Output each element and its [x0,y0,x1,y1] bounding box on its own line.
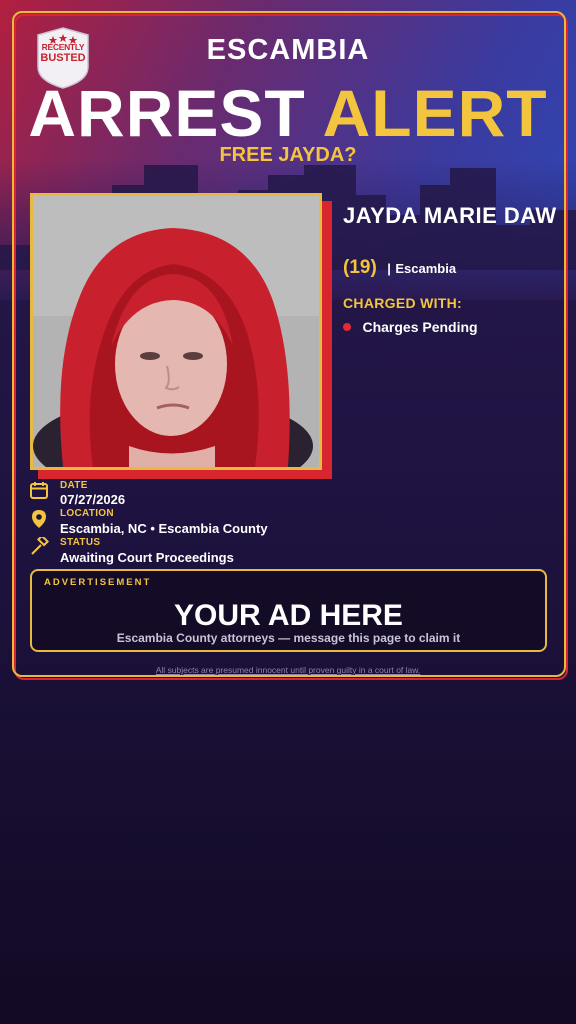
calendar-icon [30,482,48,499]
advertisement-box[interactable]: ADVERTISEMENT YOUR AD HERE Escambia Coun… [30,569,547,652]
headline-word-arrest: ARREST [28,76,306,150]
location-pin-icon [32,510,46,528]
status-value: Awaiting Court Proceedings [60,550,234,565]
mugshot-illustration [33,196,319,467]
mugshot-photo [30,193,322,470]
subhead: FREE JAYDA? [219,144,357,166]
location-value: Escambia, NC • Escambia County [60,521,268,536]
status-label: STATUS [60,537,101,548]
ad-subtitle: Escambia County attorneys — message this… [116,631,461,645]
date-value: 07/27/2026 [60,492,126,507]
date-label: DATE [60,480,88,491]
gavel-icon [31,537,49,555]
county-title: ESCAMBIA [206,34,370,66]
ad-title: YOUR AD HERE [174,599,403,632]
age-separator: | [387,261,391,276]
headline: ARREST ALERT [0,78,576,148]
bullet-dot-icon [343,322,351,331]
charges-label: CHARGED WITH: [343,295,462,311]
subject-name: JAYDA MARIE DAW [343,203,557,228]
charge-list-item: Charges Pending [343,319,478,337]
subject-age: (19) [343,257,377,278]
legal-disclaimer: All subjects are presumed innocent until… [155,665,421,675]
headline-word-alert: ALERT [322,76,548,150]
subject-age-row: (19) | Escambia [343,257,456,279]
subject-city: Escambia [395,261,457,276]
location-label: LOCATION [60,508,114,519]
charge-text: Charges Pending [362,319,478,335]
ad-label: ADVERTISEMENT [44,577,152,588]
